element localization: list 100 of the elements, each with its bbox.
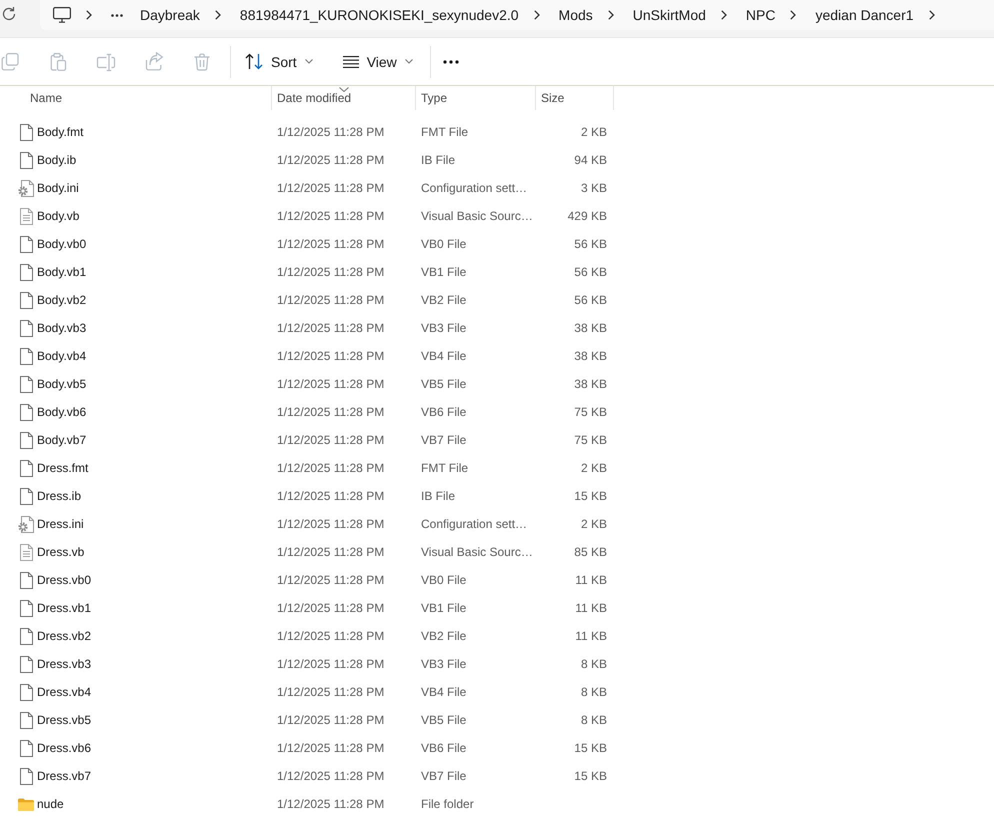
file-size: 11 KB bbox=[575, 601, 607, 615]
file-row[interactable]: Body.vb7 1/12/2025 11:28 PM VB7 File 75 KB bbox=[0, 426, 994, 454]
text-file-icon bbox=[20, 544, 32, 560]
modified-date: 1/12/2025 11:28 PM bbox=[277, 433, 384, 447]
file-row[interactable]: Body.vb2 1/12/2025 11:28 PM VB2 File 56 KB bbox=[0, 286, 994, 314]
file-size: 8 KB bbox=[580, 713, 607, 727]
file-row[interactable]: Body.ini 1/12/2025 11:28 PM Configuration sett… 3 KB bbox=[0, 174, 994, 202]
file-row[interactable]: Dress.vb1 1/12/2025 11:28 PM VB1 File 11 KB bbox=[0, 594, 994, 622]
column-header[interactable]: Type bbox=[415, 86, 535, 110]
file-row[interactable]: Dress.vb6 1/12/2025 11:28 PM VB6 File 15 KB bbox=[0, 734, 994, 762]
chevron-icon[interactable] bbox=[86, 10, 92, 20]
more-icon[interactable] bbox=[442, 60, 459, 64]
file-type: File folder bbox=[421, 797, 474, 811]
column-header[interactable]: Size bbox=[535, 86, 614, 110]
modified-date: 1/12/2025 11:28 PM bbox=[277, 629, 384, 643]
file-size: 56 KB bbox=[574, 265, 607, 279]
breadcrumb-item[interactable]: 881984471_KURONOKISEKI_sexynudev2.0 bbox=[240, 7, 519, 23]
chevron-icon[interactable] bbox=[720, 10, 727, 20]
file-type: VB5 File bbox=[421, 377, 466, 391]
file-row[interactable]: Body.vb5 1/12/2025 11:28 PM VB5 File 38 KB bbox=[0, 370, 994, 398]
file-type: IB File bbox=[421, 489, 456, 503]
file-name: Body.vb5 bbox=[37, 377, 86, 391]
chevron-icon[interactable] bbox=[790, 10, 796, 20]
address-bar[interactable]: Daybreak 881984471_KURONOKISEKI_sexynudev2.0 Mods UnSkirtMod NPC yedian Dancer1 bbox=[40, 0, 994, 30]
file-type: FMT File bbox=[421, 461, 468, 475]
file-row[interactable]: Dress.vb2 1/12/2025 11:28 PM VB2 File 11 KB bbox=[0, 622, 994, 650]
file-icon bbox=[20, 124, 32, 140]
modified-date: 1/12/2025 11:28 PM bbox=[277, 181, 384, 195]
settings-file-icon bbox=[18, 180, 34, 196]
file-icon bbox=[20, 712, 32, 728]
file-icon bbox=[20, 236, 32, 252]
file-row[interactable]: Body.vb 1/12/2025 11:28 PM Visual Basic Sourc… 429 KB bbox=[0, 202, 994, 230]
file-size: 8 KB bbox=[580, 657, 607, 671]
file-row[interactable]: Body.vb3 1/12/2025 11:28 PM VB3 File 38 KB bbox=[0, 314, 994, 342]
modified-date: 1/12/2025 11:28 PM bbox=[277, 741, 384, 755]
file-name: Dress.vb1 bbox=[37, 601, 92, 615]
file-name: Dress.ib bbox=[37, 489, 82, 503]
file-name: Body.vb3 bbox=[37, 321, 86, 335]
modified-date: 1/12/2025 11:28 PM bbox=[277, 713, 384, 727]
file-name: Dress.vb0 bbox=[37, 573, 92, 587]
file-row[interactable]: Body.vb0 1/12/2025 11:28 PM VB0 File 56 KB bbox=[0, 230, 994, 258]
file-row[interactable]: Body.vb4 1/12/2025 11:28 PM VB4 File 38 KB bbox=[0, 342, 994, 370]
file-name: Dress.vb2 bbox=[37, 629, 92, 643]
chevron-icon[interactable] bbox=[214, 10, 221, 20]
file-row[interactable]: Dress.vb0 1/12/2025 11:28 PM VB0 File 11 KB bbox=[0, 566, 994, 594]
file-row[interactable]: Body.fmt 1/12/2025 11:28 PM FMT File 2 KB bbox=[0, 118, 994, 146]
text-file-icon bbox=[20, 208, 32, 224]
file-name: Dress.vb5 bbox=[37, 713, 92, 727]
file-icon bbox=[20, 740, 32, 756]
file-size: 15 KB bbox=[574, 741, 607, 755]
file-type: Visual Basic Sourc… bbox=[421, 209, 533, 223]
file-type: VB0 File bbox=[421, 237, 466, 251]
file-size: 429 KB bbox=[568, 209, 607, 223]
monitor-icon[interactable] bbox=[53, 7, 71, 23]
breadcrumb-item[interactable]: yedian Dancer1 bbox=[815, 7, 914, 23]
view-button[interactable]: View bbox=[334, 46, 421, 78]
file-row[interactable]: Body.ib 1/12/2025 11:28 PM IB File 94 KB bbox=[0, 146, 994, 174]
file-type: VB2 File bbox=[421, 293, 466, 307]
file-type: VB5 File bbox=[421, 713, 466, 727]
file-type: VB1 File bbox=[421, 265, 466, 279]
sort-button[interactable]: Sort bbox=[237, 46, 321, 78]
chevron-icon[interactable] bbox=[534, 10, 540, 20]
file-row[interactable]: nude 1/12/2025 11:28 PM File folder bbox=[0, 790, 994, 818]
file-size: 94 KB bbox=[574, 153, 607, 167]
file-icon bbox=[20, 376, 32, 392]
file-icon bbox=[20, 488, 32, 504]
file-row[interactable]: Body.vb6 1/12/2025 11:28 PM VB6 File 75 KB bbox=[0, 398, 994, 426]
file-row[interactable]: Body.vb1 1/12/2025 11:28 PM VB1 File 56 KB bbox=[0, 258, 994, 286]
column-header[interactable]: Date modified bbox=[271, 86, 415, 110]
file-name: Body.vb bbox=[37, 209, 80, 223]
chevron-icon[interactable] bbox=[608, 10, 614, 20]
file-size: 15 KB bbox=[574, 769, 607, 783]
caret-icon bbox=[404, 59, 413, 64]
file-name: Body.ini bbox=[37, 181, 79, 195]
file-name: Body.ib bbox=[37, 153, 76, 167]
file-row[interactable]: Dress.vb4 1/12/2025 11:28 PM VB4 File 8 KB bbox=[0, 678, 994, 706]
file-name: Body.vb0 bbox=[37, 237, 86, 251]
file-row[interactable]: Dress.fmt 1/12/2025 11:28 PM FMT File 2 KB bbox=[0, 454, 994, 482]
column-header[interactable]: Name bbox=[0, 86, 271, 110]
chevron-icon[interactable] bbox=[928, 10, 935, 20]
modified-date: 1/12/2025 11:28 PM bbox=[277, 349, 384, 363]
breadcrumb-item[interactable]: Mods bbox=[558, 7, 593, 23]
file-name: Dress.vb4 bbox=[37, 685, 92, 699]
refresh-icon[interactable] bbox=[1, 6, 17, 22]
file-row[interactable]: Dress.vb7 1/12/2025 11:28 PM VB7 File 15 KB bbox=[0, 762, 994, 790]
breadcrumb-item[interactable]: Daybreak bbox=[140, 7, 200, 23]
file-name: Body.vb2 bbox=[37, 293, 86, 307]
breadcrumb-item[interactable]: UnSkirtMod bbox=[632, 7, 706, 23]
file-row[interactable]: Dress.vb 1/12/2025 11:28 PM Visual Basic Sourc… 85 KB bbox=[0, 538, 994, 566]
ellipsis-icon[interactable] bbox=[111, 14, 123, 16]
file-row[interactable]: Dress.ini 1/12/2025 11:28 PM Configuration sett… 2 KB bbox=[0, 510, 994, 538]
breadcrumb-item[interactable]: NPC bbox=[746, 7, 776, 23]
file-row[interactable]: Dress.ib 1/12/2025 11:28 PM IB File 15 KB bbox=[0, 482, 994, 510]
file-row[interactable]: Dress.vb5 1/12/2025 11:28 PM VB5 File 8 KB bbox=[0, 706, 994, 734]
file-type: IB File bbox=[421, 153, 456, 167]
modified-date: 1/12/2025 11:28 PM bbox=[277, 685, 384, 699]
file-icon bbox=[20, 404, 32, 420]
file-row[interactable]: Dress.vb3 1/12/2025 11:28 PM VB3 File 8 KB bbox=[0, 650, 994, 678]
caret-icon bbox=[304, 59, 313, 64]
file-type: VB4 File bbox=[421, 685, 466, 699]
